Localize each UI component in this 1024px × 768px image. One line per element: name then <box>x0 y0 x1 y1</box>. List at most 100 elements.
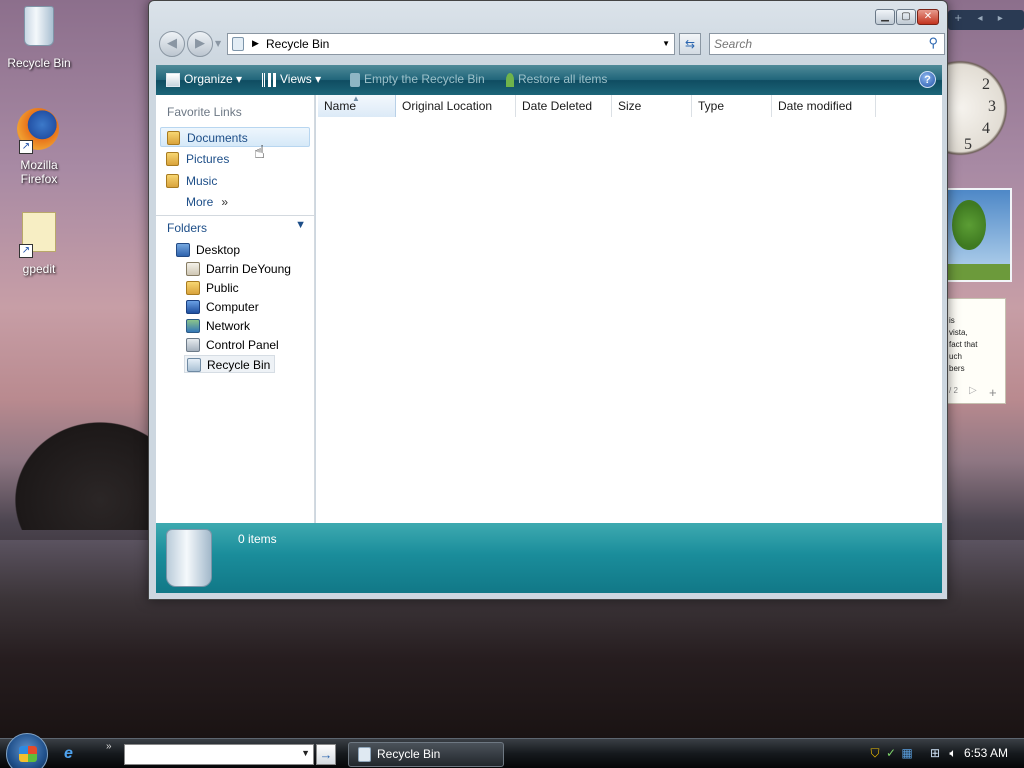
notes-gadget[interactable]: is vista, fact that uch bers / 2 ▷ + <box>946 298 1006 404</box>
search-icon[interactable]: ⚲ <box>928 35 938 51</box>
details-pane: 0 items <box>156 523 942 593</box>
computer-icon <box>186 300 200 314</box>
go-button[interactable]: → <box>316 744 336 765</box>
search-input[interactable] <box>714 35 914 53</box>
restore-all-items-button[interactable]: Restore all items <box>506 72 607 87</box>
tree-item-label: Control Panel <box>206 338 279 352</box>
recycle-bin-icon <box>166 529 212 587</box>
column-header-size[interactable]: Size <box>612 95 692 117</box>
sidebar-gadget-controls[interactable]: + ◂ ▸ <box>948 10 1024 30</box>
tree-item-label: Public <box>206 281 239 295</box>
recycle-bin-icon <box>232 37 244 51</box>
desktop-icon-firefox[interactable]: ↗ Mozilla Firefox <box>1 108 77 186</box>
tree-item-control-panel[interactable]: Control Panel <box>184 336 279 354</box>
tree-item-label: Network <box>206 319 251 333</box>
double-chevron-icon: » <box>221 195 229 209</box>
address-bar[interactable]: ▶ Recycle Bin ▼ <box>227 33 675 55</box>
tree-item-computer[interactable]: Computer <box>184 298 259 316</box>
favorite-link-pictures[interactable]: Pictures <box>160 149 310 169</box>
security-shield-icon[interactable]: ⛉ <box>868 746 882 760</box>
tree-item-label: Recycle Bin <box>207 358 271 372</box>
clock-number: 3 <box>988 98 996 115</box>
start-button[interactable] <box>6 733 48 768</box>
column-header-date-modified[interactable]: Date modified <box>772 95 876 117</box>
close-button[interactable]: ✕ <box>917 9 939 25</box>
tree-item-desktop[interactable]: Desktop <box>174 241 240 259</box>
forward-button[interactable]: ▶ <box>187 31 213 57</box>
maximize-button[interactable]: ▢ <box>896 9 916 25</box>
taskbar-clock[interactable]: 6:53 AM <box>964 746 1008 760</box>
chevron-down-icon[interactable]: ▼ <box>295 219 306 231</box>
system-tray: ⛉ ✓ ▦ ⊞ 🔈︎ 6:53 AM <box>854 739 1024 768</box>
tree-item-recycle-bin[interactable]: Recycle Bin <box>184 355 276 373</box>
column-header-label: Size <box>618 99 642 113</box>
taskbar: e » ▼ → Recycle Bin ⛉ ✓ ▦ ⊞ 🔈︎ 6:53 AM <box>0 733 1024 768</box>
address-dropdown-icon[interactable]: ▼ <box>662 39 670 48</box>
desktop-icon-recycle-bin[interactable]: Recycle Bin <box>1 4 77 70</box>
favorite-link-documents[interactable]: Documents <box>160 127 310 147</box>
window-controls: ▁ ▢ ✕ <box>875 9 939 25</box>
column-header-date-deleted[interactable]: Date Deleted <box>516 95 612 117</box>
column-header-label: Original Location <box>402 99 493 113</box>
organize-button[interactable]: Organize ▾ <box>166 72 242 87</box>
search-box[interactable]: ⚲ <box>709 33 945 55</box>
desktop-icon-gpedit[interactable]: ↗ gpedit <box>1 212 77 276</box>
network-icon[interactable]: ⊞ <box>928 746 942 760</box>
views-button[interactable]: Views ▾ <box>262 72 321 87</box>
add-note-icon[interactable]: + <box>989 386 997 399</box>
recent-pages-dropdown[interactable]: ▼ <box>215 39 221 48</box>
clock-gadget: 2 3 4 5 <box>940 48 1012 168</box>
restore-icon <box>506 72 514 87</box>
tree-item-user[interactable]: Darrin DeYoung <box>184 260 291 278</box>
desktop-icon-label: Recycle Bin <box>7 56 71 70</box>
security-center-icon[interactable]: ✓ <box>884 746 898 760</box>
clock-number: 4 <box>982 120 990 137</box>
column-header-name[interactable]: ▲ Name <box>318 94 396 117</box>
organize-label: Organize <box>184 72 233 86</box>
breadcrumb-recycle-bin[interactable]: Recycle Bin <box>266 37 329 51</box>
more-links-button[interactable]: More » <box>186 195 228 209</box>
recycle-bin-icon <box>350 72 360 87</box>
tree-item-network[interactable]: Network <box>184 317 250 335</box>
slideshow-gadget[interactable] <box>946 188 1012 282</box>
favorite-link-label: Music <box>186 174 218 188</box>
item-count: 0 items <box>238 532 277 546</box>
breadcrumb-separator-icon[interactable]: ▶ <box>252 38 259 49</box>
firefox-icon: ↗ <box>17 108 61 154</box>
taskbar-address-toolbar[interactable]: ▼ <box>124 744 314 765</box>
volume-icon[interactable]: 🔈︎ <box>946 746 960 760</box>
taskbar-address-input[interactable] <box>127 746 297 763</box>
recycle-bin-icon <box>187 358 201 372</box>
internet-explorer-icon[interactable]: e <box>64 745 84 763</box>
chevron-down-icon[interactable]: ▼ <box>301 748 310 758</box>
quick-launch-more-icon[interactable]: » <box>106 741 112 752</box>
documents-folder-icon <box>167 131 180 145</box>
minimize-button[interactable]: ▁ <box>875 9 895 25</box>
column-header-type[interactable]: Type <box>692 95 772 117</box>
column-header-original-location[interactable]: Original Location <box>396 95 516 117</box>
windows-update-icon[interactable]: ▦ <box>900 746 914 760</box>
column-header-label: Type <box>698 99 725 113</box>
public-folder-icon <box>186 281 200 295</box>
file-list[interactable]: ▲ Name Original Location Date Deleted Si… <box>316 94 942 523</box>
folders-header[interactable]: Folders <box>167 221 207 235</box>
notes-gadget-page: / 2 <box>949 386 958 395</box>
favorite-link-music[interactable]: Music <box>160 171 310 191</box>
recycle-bin-icon <box>358 747 371 762</box>
refresh-button[interactable]: ⇆ <box>679 33 701 55</box>
explorer-window: ▁ ▢ ✕ ◀ ▶ ▼ ▶ Recycle Bin ▼ ⇆ ⚲ Organize… <box>148 0 948 600</box>
recycle-bin-icon <box>17 6 61 52</box>
empty-recycle-bin-button[interactable]: Empty the Recycle Bin <box>350 72 485 87</box>
control-panel-icon <box>186 338 200 352</box>
taskbar-button-label: Recycle Bin <box>377 747 441 761</box>
tree-item-label: Darrin DeYoung <box>206 262 291 276</box>
views-icon <box>262 72 276 87</box>
taskbar-button-recycle-bin[interactable]: Recycle Bin <box>348 742 504 767</box>
back-button[interactable]: ◀ <box>159 31 185 57</box>
user-folder-icon <box>186 262 200 276</box>
tree-item-public[interactable]: Public <box>184 279 239 297</box>
windows-logo-icon <box>19 746 37 762</box>
favorite-link-label: Pictures <box>186 152 230 166</box>
help-icon[interactable]: ? <box>919 71 936 88</box>
next-note-icon[interactable]: ▷ <box>969 385 977 397</box>
